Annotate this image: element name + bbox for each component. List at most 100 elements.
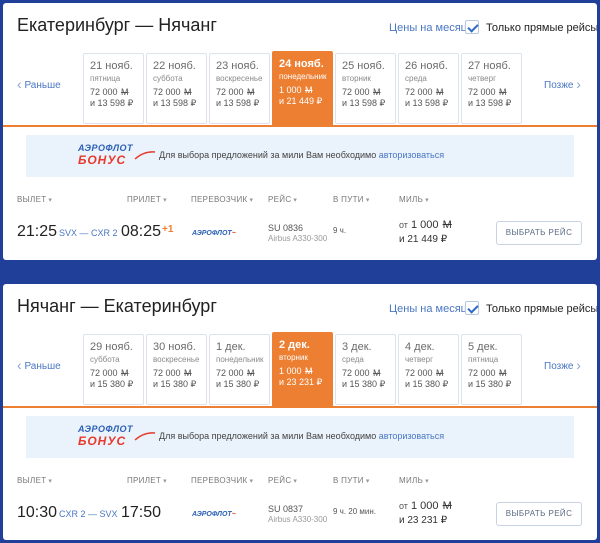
- carrier-logo-text: АЭРОФЛОТ: [192, 230, 232, 237]
- select-flight-button[interactable]: ВЫБРАТЬ РЕЙС: [496, 502, 582, 526]
- column-header-flight[interactable]: РЕЙС ▾: [268, 476, 297, 485]
- carrier-header-label: ПЕРЕВОЗЧИК: [191, 476, 248, 485]
- date-miles-price: 1 000 М: [279, 85, 332, 95]
- earlier-dates-button[interactable]: ‹ Раньше: [17, 76, 61, 92]
- promo-message: Для выбора предложений за мили Вам необх…: [159, 431, 444, 441]
- earlier-dates-button[interactable]: ‹ Раньше: [17, 357, 61, 373]
- miles-icon: М: [442, 500, 452, 512]
- date-miles-price: 72 000 М: [153, 87, 206, 97]
- weekday-label: воскресенье: [216, 74, 263, 83]
- date-option[interactable]: 2 дек. вторник 1 000 Ми 23 231 ₽: [272, 332, 333, 407]
- column-header-miles[interactable]: МИЛЬ ▾: [399, 195, 429, 204]
- sort-icon: ▾: [48, 478, 53, 485]
- date-miles-price: 72 000 М: [216, 368, 269, 378]
- aeroflot-logo: АЭРОФЛОТ~: [192, 511, 236, 518]
- column-header-depart[interactable]: ВЫЛЕТ ▾: [17, 195, 52, 204]
- route-title: Екатеринбург — Нячанг: [17, 15, 217, 35]
- date-label: 24 нояб.: [279, 58, 324, 70]
- date-label: 27 нояб.: [468, 60, 511, 72]
- miles-header-label: МИЛЬ: [399, 195, 424, 204]
- column-header-flight[interactable]: РЕЙС ▾: [268, 195, 297, 204]
- weekday-label: понедельник: [279, 72, 327, 81]
- weekday-label: понедельник: [216, 355, 264, 364]
- column-header-carrier[interactable]: ПЕРЕВОЗЧИК ▾: [191, 195, 253, 204]
- column-header-miles[interactable]: МИЛЬ ▾: [399, 476, 429, 485]
- date-label: 21 нояб.: [90, 60, 133, 72]
- weekday-label: среда: [342, 355, 364, 364]
- date-option[interactable]: 29 нояб. суббота 72 000 Ми 15 380 ₽: [83, 334, 144, 405]
- date-miles-price: 72 000 М: [90, 87, 143, 97]
- date-option[interactable]: 3 дек. среда 72 000 Ми 15 380 ₽: [335, 334, 396, 405]
- month-prices-link[interactable]: Цены на месяц: [389, 22, 467, 34]
- login-link[interactable]: авторизоваться: [379, 431, 444, 441]
- direct-flights-checkbox[interactable]: [465, 20, 479, 34]
- date-miles-price: 72 000 М: [468, 368, 521, 378]
- miles-icon: М: [121, 87, 129, 97]
- weekday-label: пятница: [90, 74, 121, 83]
- select-flight-button[interactable]: ВЫБРАТЬ РЕЙС: [496, 221, 582, 245]
- duration-header-label: В ПУТИ: [333, 195, 364, 204]
- date-option[interactable]: 30 нояб. воскресенье 72 000 Ми 15 380 ₽: [146, 334, 207, 405]
- date-miles-price: 72 000 М: [405, 87, 458, 97]
- month-prices-link[interactable]: Цены на месяц: [389, 303, 467, 315]
- direct-flights-label[interactable]: Только прямые рейсы: [486, 22, 597, 34]
- miles-icon: М: [121, 368, 129, 378]
- date-miles-price: 72 000 М: [90, 368, 143, 378]
- date-option[interactable]: 4 дек. четверг 72 000 Ми 15 380 ₽: [398, 334, 459, 405]
- date-miles-price: 72 000 М: [153, 368, 206, 378]
- date-option[interactable]: 21 нояб. пятница 72 000 Ми 13 598 ₽: [83, 53, 144, 124]
- flight-number: SU 0837: [268, 504, 304, 514]
- column-header-arrive[interactable]: ПРИЛЕТ ▾: [127, 476, 167, 485]
- date-option[interactable]: 26 нояб. среда 72 000 Ми 13 598 ₽: [398, 53, 459, 124]
- column-header-carrier[interactable]: ПЕРЕВОЗЧИК ▾: [191, 476, 253, 485]
- price-miles: от 1 000 М: [399, 219, 452, 231]
- date-rub-price: и 13 598 ₽: [216, 98, 260, 108]
- date-rub-price: и 15 380 ₽: [405, 379, 449, 389]
- flight-duration: 9 ч.: [333, 226, 347, 235]
- column-header-duration[interactable]: В ПУТИ ▾: [333, 195, 370, 204]
- column-header-arrive[interactable]: ПРИЛЕТ ▾: [127, 195, 167, 204]
- date-miles-value: 72 000: [342, 87, 370, 97]
- date-miles-price: 72 000 М: [342, 87, 395, 97]
- column-header-duration[interactable]: В ПУТИ ▾: [333, 476, 370, 485]
- sort-icon: ▾: [163, 478, 167, 485]
- miles-icon: М: [373, 368, 381, 378]
- sort-icon: ▾: [425, 197, 429, 204]
- price-miles: от 1 000 М: [399, 500, 452, 512]
- carrier-swoosh-icon: ~: [231, 511, 236, 518]
- date-rub-price: и 21 449 ₽: [279, 96, 323, 106]
- miles-header-label: МИЛЬ: [399, 476, 424, 485]
- price-rub: и 21 449 ₽: [399, 234, 448, 245]
- date-option[interactable]: 24 нояб. понедельник 1 000 Ми 21 449 ₽: [272, 51, 333, 126]
- date-option[interactable]: 23 нояб. воскресенье 72 000 Ми 13 598 ₽: [209, 53, 270, 124]
- chevron-left-icon: ‹: [17, 76, 22, 92]
- login-link[interactable]: авторизоваться: [379, 150, 444, 160]
- aircraft-type: Airbus A330-300: [268, 234, 328, 243]
- date-rub-price: и 15 380 ₽: [90, 379, 134, 389]
- date-miles-value: 72 000: [468, 368, 496, 378]
- direct-flights-checkbox[interactable]: [465, 301, 479, 315]
- direct-flights-label[interactable]: Только прямые рейсы: [486, 303, 597, 315]
- date-rub-price: и 13 598 ₽: [90, 98, 134, 108]
- date-option[interactable]: 25 нояб. вторник 72 000 Ми 13 598 ₽: [335, 53, 396, 124]
- date-miles-value: 1 000: [279, 85, 302, 95]
- later-dates-button[interactable]: Позже ›: [544, 76, 581, 92]
- later-dates-button[interactable]: Позже ›: [544, 357, 581, 373]
- promo-text: Для выбора предложений за мили Вам необх…: [159, 431, 379, 441]
- date-rub-price: и 23 231 ₽: [279, 377, 323, 387]
- date-miles-price: 72 000 М: [468, 87, 521, 97]
- depart-time: 21:25: [17, 223, 58, 240]
- column-header-depart[interactable]: ВЫЛЕТ ▾: [17, 476, 52, 485]
- date-miles-value: 72 000: [90, 368, 118, 378]
- date-miles-value: 72 000: [468, 87, 496, 97]
- date-option[interactable]: 22 нояб. суббота 72 000 Ми 13 598 ₽: [146, 53, 207, 124]
- miles-icon: М: [499, 368, 507, 378]
- date-option[interactable]: 27 нояб. четверг 72 000 Ми 13 598 ₽: [461, 53, 522, 124]
- depart-time: 10:30: [17, 504, 58, 521]
- date-option[interactable]: 1 дек. понедельник 72 000 Ми 15 380 ₽: [209, 334, 270, 405]
- date-miles-value: 72 000: [153, 368, 181, 378]
- date-miles-value: 72 000: [153, 87, 181, 97]
- route-airports: CXR 2 — SVX: [59, 509, 118, 519]
- flight-number: SU 0836: [268, 223, 304, 233]
- date-option[interactable]: 5 дек. пятница 72 000 Ми 15 380 ₽: [461, 334, 522, 405]
